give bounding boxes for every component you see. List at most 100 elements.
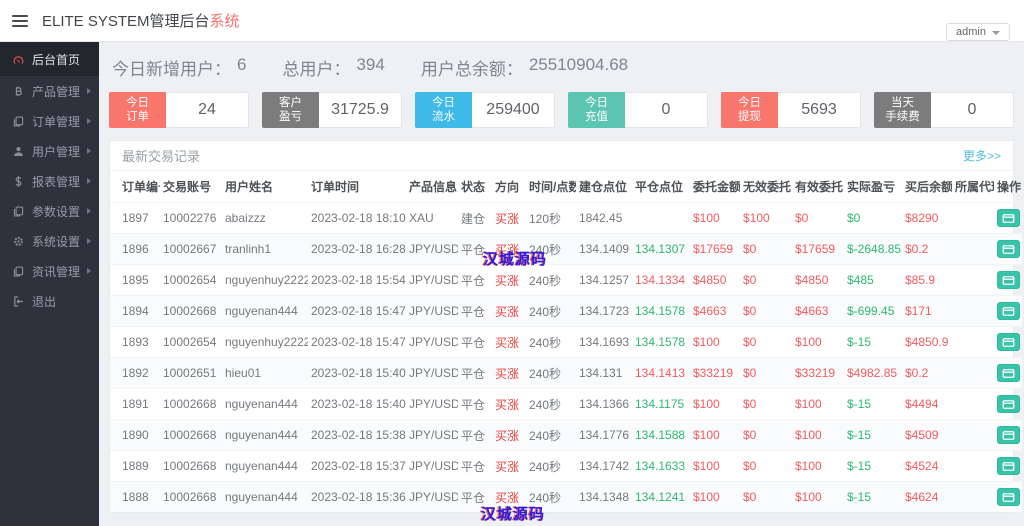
order-detail-button[interactable] — [997, 488, 1020, 506]
cell-direction: 买涨 — [495, 304, 520, 319]
table-row: 1888 10002668 nguyenan444 2023-02-18 15:36:… — [110, 481, 1022, 512]
cell-action — [994, 327, 1022, 358]
cell-time: 2023-02-18 15:37:52 — [311, 459, 406, 473]
cell-balance: $4624 — [905, 490, 939, 504]
order-detail-button[interactable] — [997, 457, 1020, 475]
cell-open: 134.1409 — [579, 242, 630, 256]
cell-name: nguyenan444 — [225, 304, 298, 318]
more-link[interactable]: 更多>> — [963, 147, 1001, 164]
cell-direction: 买涨 — [495, 428, 520, 443]
sidebar-item-orders[interactable]: 订单管理 — [0, 106, 99, 136]
sidebar-item-products[interactable]: 产品管理 — [0, 76, 99, 106]
stat-card-label: 今日 流水 — [415, 92, 472, 128]
table-header-row: 订单编号交易账号用户姓名 订单时间 产品信息状态方向时间/点数建仓点位平仓点位委托金… — [110, 171, 1022, 203]
cell-account: 10002276 — [163, 211, 217, 225]
cell-invalid: $0 — [743, 459, 757, 473]
chevron-right-icon — [87, 178, 91, 184]
cell-action — [994, 389, 1022, 420]
cell-valid: $100 — [795, 490, 822, 504]
stat-card-today-fees: 当天 手续费 0 — [874, 92, 1014, 128]
order-detail-button[interactable] — [997, 240, 1020, 258]
menu-toggle-icon[interactable] — [12, 14, 28, 27]
cell-open: 134.1776 — [579, 428, 630, 442]
cell-time: 2023-02-18 15:38:55 — [311, 428, 406, 442]
sidebar-item-label: 系统设置 — [32, 234, 81, 249]
cell-status: 平仓 — [461, 428, 486, 443]
cell-profit: $-15 — [847, 490, 872, 504]
sidebar-item-system[interactable]: 系统设置 — [0, 226, 99, 256]
chevron-right-icon — [87, 208, 91, 214]
cell-close: 134.1578 — [635, 304, 686, 318]
cell-status: 平仓 — [461, 397, 486, 412]
cell-profit: $0 — [847, 211, 861, 225]
cell-close: 134.1633 — [635, 459, 686, 473]
column-header-valid: 有效委托 — [795, 180, 844, 194]
chevron-right-icon — [87, 118, 91, 124]
cell-invalid: $0 — [743, 490, 757, 504]
table-row: 1895 10002654 nguyenhuy2222 2023-02-18 15:5… — [110, 264, 1022, 296]
summary-stat-value: 25510904.68 — [528, 55, 629, 74]
main-content: 今日新增用户： 6 总用户： 394 用户总余额： 25510904.68 今日 订单 24 客… — [99, 42, 1024, 526]
cell-duration: 240秒 — [529, 490, 562, 505]
stat-card-value: 31725.9 — [319, 92, 402, 128]
stat-card-value: 5693 — [778, 92, 861, 128]
summary-stat-label: 用户总余额： — [420, 60, 523, 79]
order-detail-button[interactable] — [997, 271, 1020, 289]
cell-action — [994, 451, 1022, 482]
order-detail-button[interactable] — [997, 302, 1020, 320]
table-row: 1891 10002668 nguyenan444 2023-02-18 15:40:… — [110, 388, 1022, 420]
sidebar-item-news[interactable]: 资讯管理 — [0, 256, 99, 286]
column-header-product: 产品信息 — [409, 180, 458, 194]
column-header-agent: 所属代理 — [955, 180, 994, 194]
column-header-status: 状态 — [461, 180, 486, 194]
chevron-right-icon — [87, 148, 91, 154]
cell-product: JPY/USD — [409, 304, 458, 318]
trades-table: 订单编号交易账号用户姓名 订单时间 产品信息状态方向时间/点数建仓点位平仓点位委托金… — [110, 171, 1022, 512]
order-detail-button[interactable] — [997, 426, 1020, 444]
stat-card-value: 24 — [166, 92, 249, 128]
cell-profit: $-699.45 — [847, 304, 895, 318]
detail-icon — [1002, 368, 1015, 378]
sidebar-item-logout[interactable]: 退出 — [0, 286, 99, 316]
table-row: 1897 10002276 abaizzz 2023-02-18 18:10:22XA… — [110, 202, 1022, 234]
cell-invalid: $0 — [743, 366, 757, 380]
cell-name: abaizzz — [225, 211, 266, 225]
summary-stat-value: 6 — [237, 55, 247, 74]
order-detail-button[interactable] — [997, 333, 1020, 351]
detail-icon — [1002, 399, 1015, 409]
cell-product: XAU — [409, 211, 434, 225]
order-detail-button[interactable] — [997, 395, 1020, 413]
chevron-right-icon — [87, 268, 91, 274]
sidebar-item-dashboard[interactable]: 后台首页 — [0, 42, 99, 76]
cell-close: 134.1307 — [635, 242, 686, 256]
cell-time: 2023-02-18 15:47:07 — [311, 304, 406, 318]
cell-invalid: $100 — [743, 211, 770, 225]
cell-balance: $0.2 — [905, 366, 929, 380]
cell-action — [994, 234, 1022, 265]
cell-valid: $0 — [795, 211, 809, 225]
sidebar-item-label: 产品管理 — [32, 84, 81, 99]
cell-open: 134.1366 — [579, 397, 630, 411]
order-detail-button[interactable] — [997, 364, 1020, 382]
detail-icon — [1002, 337, 1015, 347]
cell-order-no: 1896 — [122, 242, 149, 256]
cell-action — [994, 296, 1022, 327]
stat-card-today-orders: 今日 订单 24 — [109, 92, 249, 128]
cell-profit: $-15 — [847, 397, 872, 411]
cell-time: 2023-02-18 16:28:04 — [311, 242, 406, 256]
cell-open: 134.1742 — [579, 459, 630, 473]
cell-invalid: $0 — [743, 397, 757, 411]
sidebar-item-reports[interactable]: 报表管理 — [0, 166, 99, 196]
cell-entrust: $100 — [693, 490, 720, 504]
sidebar-item-users[interactable]: 用户管理 — [0, 136, 99, 166]
cell-order-no: 1890 — [122, 428, 149, 442]
detail-icon — [1002, 461, 1015, 471]
cell-profit: $-15 — [847, 428, 872, 442]
admin-dropdown[interactable]: admin — [946, 23, 1010, 41]
cell-order-no: 1889 — [122, 459, 149, 473]
cell-agent — [952, 203, 994, 234]
cell-close — [632, 203, 690, 234]
sidebar-item-params[interactable]: 参数设置 — [0, 196, 99, 226]
order-detail-button[interactable] — [997, 209, 1020, 227]
cell-entrust: $100 — [693, 459, 720, 473]
